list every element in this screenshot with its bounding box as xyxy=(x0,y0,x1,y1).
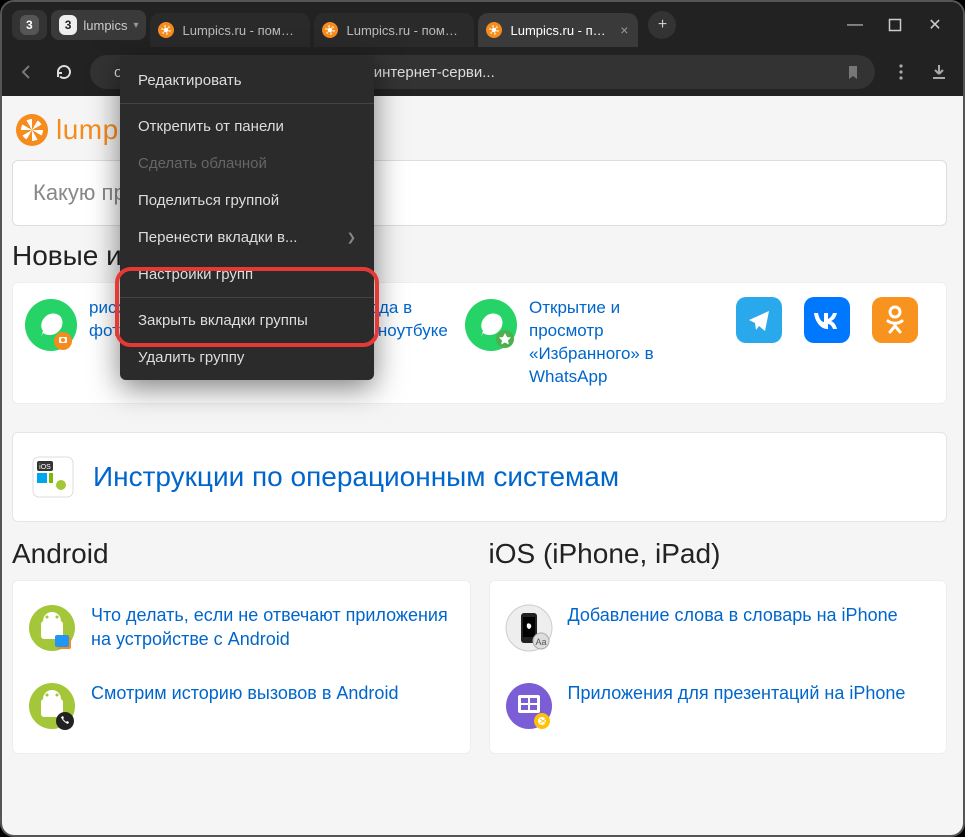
tab-count-badge: 3 xyxy=(59,15,78,35)
tab-title: Lumpics.ru - помо xyxy=(510,23,612,38)
favicon-icon xyxy=(486,22,502,38)
ios-title: iOS (iPhone, iPad) xyxy=(489,538,948,570)
svg-text:Aa: Aa xyxy=(535,637,546,647)
reload-button[interactable] xyxy=(52,60,76,84)
article-link[interactable]: Добавление слова в словарь на iPhone xyxy=(568,603,898,627)
tab-group-count[interactable]: 3 xyxy=(12,10,47,40)
maximize-button[interactable] xyxy=(887,17,903,33)
ctx-move-tabs[interactable]: Перенести вкладки в...❯ xyxy=(120,219,374,256)
ctx-edit[interactable]: Редактировать xyxy=(120,62,374,99)
tab[interactable]: Lumpics.ru - помощь xyxy=(314,13,474,47)
tab-title: Lumpics.ru - помощь xyxy=(182,23,300,38)
article-link[interactable]: Открытие и просмотр «Избранного» в Whats… xyxy=(529,297,673,389)
search-placeholder: Какую пр xyxy=(33,180,126,206)
window-controls: — ✕ xyxy=(847,17,953,33)
browser-window: 3 3 lumpics ▾ Lumpics.ru - помощь Lumpic… xyxy=(0,0,965,837)
ios-column: iOS (iPhone, iPad) Aa Добавление слова в… xyxy=(489,532,948,754)
tab-active[interactable]: Lumpics.ru - помо × xyxy=(478,13,638,47)
minimize-button[interactable]: — xyxy=(847,17,863,33)
tab-group-label: lumpics xyxy=(83,18,127,33)
tab-bar: 3 3 lumpics ▾ Lumpics.ru - помощь Lumpic… xyxy=(2,2,963,48)
downloads-icon[interactable] xyxy=(927,63,951,81)
ctx-close-tabs[interactable]: Закрыть вкладки группы xyxy=(120,302,374,339)
list-item[interactable]: Что делать, если не отвечают приложения … xyxy=(27,593,456,663)
close-tab-icon[interactable]: × xyxy=(620,22,628,38)
context-menu: Редактировать Открепить от панели Сделат… xyxy=(120,56,374,380)
list-item[interactable]: Смотрим историю вызовов в Android xyxy=(27,663,456,741)
os-icon: iOS xyxy=(31,455,75,499)
android-column: Android Что делать, если не отвечают при… xyxy=(12,532,471,754)
tab[interactable]: Lumpics.ru - помощь xyxy=(150,13,310,47)
android-card: Что делать, если не отвечают приложения … xyxy=(12,580,471,754)
whatsapp-star-icon xyxy=(463,297,519,353)
os-banner-title: Инструкции по операционным системам xyxy=(93,461,619,493)
android-app-icon xyxy=(27,603,77,653)
favicon-icon xyxy=(322,22,338,38)
telegram-icon[interactable] xyxy=(736,297,782,343)
chevron-right-icon: ❯ xyxy=(347,231,356,244)
os-banner[interactable]: iOS Инструкции по операционным системам xyxy=(12,432,947,522)
menu-icon[interactable] xyxy=(889,63,913,81)
ios-card: Aa Добавление слова в словарь на iPhone … xyxy=(489,580,948,754)
article-link[interactable]: Что делать, если не отвечают приложения … xyxy=(91,603,456,652)
tab-title: Lumpics.ru - помощь xyxy=(346,23,464,38)
bookmark-icon[interactable] xyxy=(845,64,861,80)
tab-count-badge: 3 xyxy=(20,15,39,35)
article-link[interactable]: Смотрим историю вызовов в Android xyxy=(91,681,398,705)
android-call-icon xyxy=(27,681,77,731)
ctx-separator xyxy=(120,103,374,104)
vk-icon[interactable] xyxy=(804,297,850,343)
svg-text:iOS: iOS xyxy=(39,464,51,471)
ctx-unpin[interactable]: Открепить от панели xyxy=(120,108,374,145)
tab-group-button[interactable]: 3 lumpics ▾ xyxy=(51,10,147,40)
android-title: Android xyxy=(12,538,471,570)
new-tab-button[interactable]: + xyxy=(648,11,676,39)
ctx-share[interactable]: Поделиться группой xyxy=(120,182,374,219)
ok-icon[interactable] xyxy=(872,297,918,343)
os-columns: Android Что делать, если не отвечают при… xyxy=(12,532,947,754)
chevron-down-icon: ▾ xyxy=(133,20,138,31)
list-item[interactable]: Приложения для презентаций на iPhone xyxy=(504,663,933,741)
ctx-cloud: Сделать облачной xyxy=(120,145,374,182)
list-item[interactable]: Aa Добавление слова в словарь на iPhone xyxy=(504,593,933,663)
whatsapp-icon xyxy=(23,297,79,353)
iphone-dict-icon: Aa xyxy=(504,603,554,653)
back-button[interactable] xyxy=(14,60,38,84)
iphone-present-icon xyxy=(504,681,554,731)
social-links xyxy=(736,297,936,389)
favicon-icon xyxy=(158,22,174,38)
ctx-delete-group[interactable]: Удалить группу xyxy=(120,339,374,376)
article-link[interactable]: Приложения для презентаций на iPhone xyxy=(568,681,906,705)
ctx-settings[interactable]: Настройки групп xyxy=(120,256,374,293)
article-item[interactable]: Открытие и просмотр «Избранного» в Whats… xyxy=(463,297,673,389)
logo-icon xyxy=(16,114,48,146)
close-window-button[interactable]: ✕ xyxy=(927,17,943,33)
ctx-separator xyxy=(120,297,374,298)
